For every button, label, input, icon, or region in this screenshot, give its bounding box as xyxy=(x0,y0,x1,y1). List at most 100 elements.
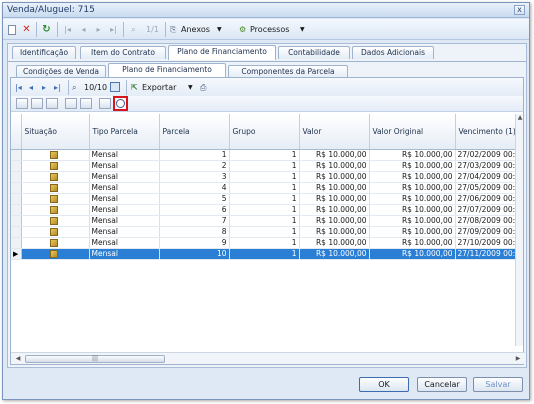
tab-dados-adicionais[interactable]: Dados Adicionais xyxy=(352,46,434,59)
exportar-dropdown-icon[interactable]: ▼ xyxy=(188,81,193,94)
previous-record-icon[interactable]: ◂ xyxy=(77,23,90,36)
refresh-icon[interactable]: ↻ xyxy=(40,23,53,36)
previous-record-icon[interactable]: ◂ xyxy=(29,81,33,94)
parcela-cell: 5 xyxy=(159,193,230,205)
table-row[interactable]: Mensal 6 1 R$ 10.000,00 R$ 10.000,00 27/… xyxy=(11,204,521,216)
processos-button[interactable]: Processos xyxy=(250,23,289,36)
calculator-icon[interactable] xyxy=(99,98,111,109)
next-record-icon[interactable]: ▸ xyxy=(92,23,105,36)
add-icon[interactable] xyxy=(31,98,43,109)
vencimento-cell: 27/11/2009 00:00 xyxy=(455,248,521,260)
ok-button[interactable]: OK xyxy=(359,377,409,392)
horizontal-scrollbar[interactable]: ◀ ||| ▶ xyxy=(11,352,525,364)
tipo-parcela-cell: Mensal xyxy=(89,237,160,249)
parcelas-grid: Situação Tipo Parcela Parcela Grupo Valo… xyxy=(11,114,521,346)
column-header-parcela[interactable]: Parcela xyxy=(159,114,230,150)
row-indicator[interactable] xyxy=(11,149,22,161)
gears-icon[interactable]: ⚙ xyxy=(239,23,246,36)
row-indicator[interactable] xyxy=(11,204,22,216)
next-record-icon[interactable]: ▸ xyxy=(42,81,46,94)
last-record-icon[interactable]: ▸| xyxy=(54,81,61,94)
exportar-button[interactable]: Exportar xyxy=(142,81,176,94)
grupo-cell: 1 xyxy=(229,215,300,227)
vencimento-cell: 27/05/2009 00:00 xyxy=(455,182,521,194)
column-header-valor[interactable]: Valor xyxy=(299,114,370,150)
vertical-scrollbar[interactable]: ▲ xyxy=(515,114,523,346)
toolbar-separator xyxy=(68,80,69,95)
move-icon[interactable] xyxy=(80,98,92,109)
paperclip-icon[interactable]: ⎘ xyxy=(170,23,176,36)
last-record-icon[interactable]: ▸| xyxy=(107,23,120,36)
financiamento-content: |◂ ◂ ▸ ▸| ⌕ 10/10 ⇱ Exportar ▼ ⎙ Situaçã… xyxy=(10,77,525,365)
tab-plano-de-financiamento[interactable]: Plano de Financiamento xyxy=(168,45,276,60)
row-indicator-header xyxy=(11,114,22,150)
delete-icon[interactable]: ✕ xyxy=(20,23,33,36)
tipo-parcela-cell: Mensal xyxy=(89,160,160,172)
tab-plano-de-financiamento-sub[interactable]: Plano de Financiamento xyxy=(108,63,226,78)
vencimento-cell: 27/06/2009 00:00 xyxy=(455,193,521,205)
scroll-right-icon[interactable]: ▶ xyxy=(513,355,523,363)
row-indicator[interactable] xyxy=(11,193,22,205)
row-indicator[interactable]: ▶ xyxy=(11,248,22,260)
row-indicator[interactable] xyxy=(11,160,22,172)
remove-icon[interactable] xyxy=(46,98,58,109)
row-indicator[interactable] xyxy=(11,226,22,238)
row-indicator[interactable] xyxy=(11,215,22,227)
edit-icon[interactable] xyxy=(16,98,28,109)
anexos-dropdown-icon[interactable]: ▼ xyxy=(217,23,222,36)
valor-cell: R$ 10.000,00 xyxy=(299,237,370,249)
column-header-valor-original[interactable]: Valor Original xyxy=(369,114,456,150)
grupo-cell: 1 xyxy=(229,204,300,216)
table-row[interactable]: Mensal 2 1 R$ 10.000,00 R$ 10.000,00 27/… xyxy=(11,160,521,172)
table-row[interactable]: Mensal 8 1 R$ 10.000,00 R$ 10.000,00 27/… xyxy=(11,226,521,238)
calendar-icon[interactable] xyxy=(110,82,120,92)
situacao-cell xyxy=(21,182,90,194)
table-row[interactable]: Mensal 5 1 R$ 10.000,00 R$ 10.000,00 27/… xyxy=(11,193,521,205)
table-row[interactable]: Mensal 9 1 R$ 10.000,00 R$ 10.000,00 27/… xyxy=(11,237,521,249)
situacao-cell xyxy=(21,204,90,216)
column-header-grupo[interactable]: Grupo xyxy=(229,114,300,150)
column-header-tipo-parcela[interactable]: Tipo Parcela xyxy=(89,114,160,150)
binoculars-icon[interactable]: ⌕ xyxy=(72,81,76,94)
anexos-button[interactable]: Anexos xyxy=(181,23,210,36)
first-record-icon[interactable]: |◂ xyxy=(61,23,74,36)
new-document-icon[interactable] xyxy=(8,25,16,35)
tipo-parcela-cell: Mensal xyxy=(89,149,160,161)
copy-icon[interactable] xyxy=(65,98,77,109)
save-button[interactable]: Salvar xyxy=(473,377,523,392)
tab-contabilidade[interactable]: Contabilidade xyxy=(278,46,350,59)
column-header-vencimento[interactable]: Vencimento (1) xyxy=(455,114,521,150)
scroll-left-icon[interactable]: ◀ xyxy=(13,355,23,363)
main-toolbar: ✕ ↻ |◂ ◂ ▸ ▸| ⌕ 1/1 ⎘ Anexos ▼ ⚙ Process… xyxy=(3,19,529,40)
row-indicator[interactable] xyxy=(11,237,22,249)
close-button[interactable]: x xyxy=(514,5,525,15)
tab-item-do-contrato[interactable]: Item do Contrato xyxy=(80,46,166,59)
row-indicator[interactable] xyxy=(11,171,22,183)
situacao-icon xyxy=(49,151,58,159)
horizontal-scroll-thumb[interactable]: ||| xyxy=(25,355,165,363)
table-row[interactable]: Mensal 1 1 R$ 10.000,00 R$ 10.000,00 27/… xyxy=(11,149,521,161)
tipo-parcela-cell: Mensal xyxy=(89,204,160,216)
valor-cell: R$ 10.000,00 xyxy=(299,248,370,260)
scroll-up-icon[interactable]: ▲ xyxy=(516,114,524,122)
table-row[interactable]: Mensal 4 1 R$ 10.000,00 R$ 10.000,00 27/… xyxy=(11,182,521,194)
table-row[interactable]: Mensal 7 1 R$ 10.000,00 R$ 10.000,00 27/… xyxy=(11,215,521,227)
processos-dropdown-icon[interactable]: ▼ xyxy=(300,23,305,36)
printer-icon[interactable]: ⎙ xyxy=(200,81,206,94)
toolbar-separator xyxy=(165,22,166,37)
row-indicator[interactable] xyxy=(11,182,22,194)
highlighted-search-icon[interactable] xyxy=(113,96,128,111)
valor-original-cell: R$ 10.000,00 xyxy=(369,237,456,249)
binoculars-icon[interactable]: ⌕ xyxy=(127,23,140,36)
column-header-situacao[interactable]: Situação xyxy=(21,114,90,150)
vencimento-cell: 27/04/2009 00:00 xyxy=(455,171,521,183)
export-icon[interactable]: ⇱ xyxy=(131,81,138,94)
tab-identificacao[interactable]: Identificação xyxy=(12,46,76,59)
valor-cell: R$ 10.000,00 xyxy=(299,171,370,183)
cancel-button[interactable]: Cancelar xyxy=(417,377,467,392)
grupo-cell: 1 xyxy=(229,182,300,194)
table-row[interactable]: Mensal 3 1 R$ 10.000,00 R$ 10.000,00 27/… xyxy=(11,171,521,183)
first-record-icon[interactable]: |◂ xyxy=(15,81,22,94)
situacao-icon xyxy=(49,228,58,236)
selected-table-row[interactable]: ▶ Mensal 10 1 R$ 10.000,00 R$ 10.000,00 … xyxy=(11,248,521,260)
